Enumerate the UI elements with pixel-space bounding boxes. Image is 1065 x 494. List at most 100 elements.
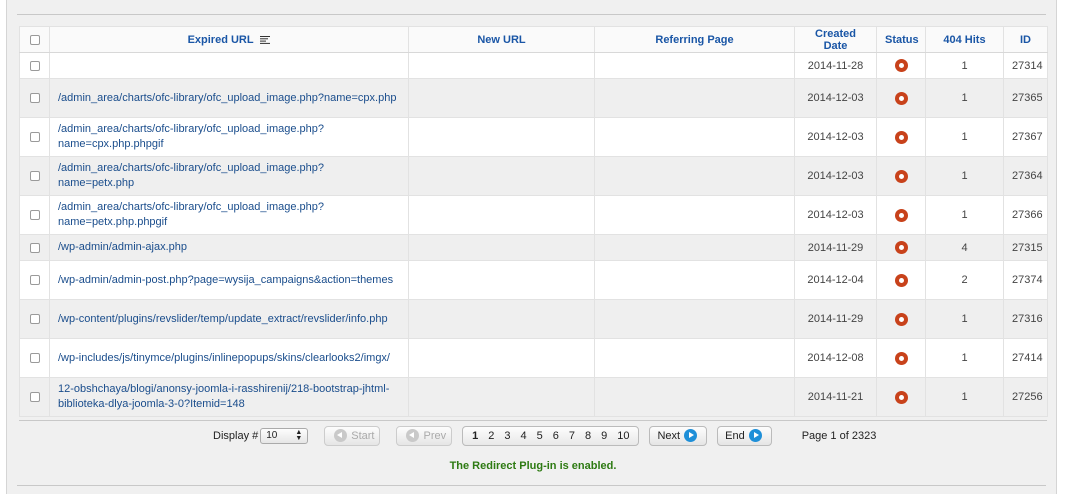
referring-page-cell [594,338,795,378]
top-divider [17,14,1046,15]
id-cell: 27367 [1003,117,1048,157]
page-counter: Page 1 of 2323 [801,429,877,442]
new-url-cell [408,299,595,339]
published-status-icon[interactable] [894,208,908,222]
column-header-hits[interactable]: 404 Hits [925,26,1004,53]
row-select-cell [19,299,50,339]
row-select-cell [19,156,50,196]
new-url-cell [408,78,595,118]
published-status-icon[interactable] [894,91,908,105]
column-header-id[interactable]: ID [1003,26,1048,53]
page-number-5[interactable]: 5 [537,430,543,442]
prev-button[interactable]: Prev [396,425,453,446]
published-status-icon[interactable] [894,273,908,287]
published-status-icon[interactable] [894,241,908,254]
row-checkbox[interactable] [29,171,40,182]
referring-page-cell [594,377,795,417]
column-header-status[interactable]: Status [876,26,926,53]
column-header-referring-page[interactable]: Referring Page [594,26,795,53]
referring-page-cell [594,52,795,79]
id-cell: 27315 [1003,234,1048,261]
page-number-8[interactable]: 8 [585,430,591,442]
expired-url-link[interactable]: /admin_area/charts/ofc-library/ofc_uploa… [49,78,409,118]
new-url-cell [408,260,595,300]
status-cell [876,234,926,261]
hits-cell: 1 [925,52,1004,79]
sort-descending-icon[interactable] [260,35,271,44]
select-all-checkbox[interactable] [29,34,40,45]
hits-cell: 2 [925,260,1004,300]
expired-url-link[interactable] [49,52,409,79]
table-body: 2014-11-28 1 27314/admin_area/charts/ofc-l… [19,52,1048,417]
published-status-icon[interactable] [894,312,908,326]
table-row: /admin_area/charts/ofc-library/ofc_uploa… [19,195,1048,235]
expired-url-link[interactable]: /admin_area/charts/ofc-library/ofc_uploa… [49,195,409,235]
page-number-list: 1 2 3 4 5 6 7 8 9 10 [462,425,640,446]
created-date-cell: 2014-12-03 [794,117,877,157]
id-cell: 27316 [1003,299,1048,339]
status-cell [876,117,926,157]
published-status-icon[interactable] [894,59,908,72]
row-checkbox[interactable] [29,60,40,71]
id-cell: 27365 [1003,78,1048,118]
created-date-cell: 2014-12-04 [794,260,877,300]
new-url-cell [408,338,595,378]
created-date-cell: 2014-11-21 [794,377,877,417]
expired-url-link[interactable]: /wp-admin/admin-post.php?page=wysija_cam… [49,260,409,300]
page-number-10[interactable]: 10 [617,430,629,442]
page-number-7[interactable]: 7 [569,430,575,442]
display-limit-select[interactable]: 10 ▲ ▼ [260,427,309,444]
expired-url-link[interactable]: 12-obshchaya/blogi/anonsy-joomla-i-rassh… [49,377,409,417]
expired-url-link[interactable]: /wp-admin/admin-ajax.php [49,234,409,261]
status-cell [876,338,926,378]
expired-url-link[interactable]: /admin_area/charts/ofc-library/ofc_uploa… [49,156,409,196]
table-row: /admin_area/charts/ofc-library/ofc_uploa… [19,78,1048,118]
created-date-cell: 2014-12-08 [794,338,877,378]
new-url-cell [408,234,595,261]
column-header-new-url[interactable]: New URL [408,26,595,53]
published-status-icon[interactable] [894,169,908,183]
hits-cell: 4 [925,234,1004,261]
hits-cell: 1 [925,377,1004,417]
row-checkbox[interactable] [29,275,40,286]
page-number-4[interactable]: 4 [520,430,526,442]
id-cell: 27314 [1003,52,1048,79]
row-checkbox[interactable] [29,314,40,325]
row-checkbox[interactable] [29,210,40,221]
row-checkbox[interactable] [29,242,40,253]
plugin-status-message: The Redirect Plug-in is enabled. [449,460,617,472]
column-header-created-date[interactable]: Created Date [794,26,877,53]
row-select-cell [19,260,50,300]
expired-url-link[interactable]: /admin_area/charts/ofc-library/ofc_uploa… [49,117,409,157]
start-button-label: Start [351,429,375,442]
expired-url-header-label[interactable]: Expired URL [188,34,254,46]
table-row: /wp-admin/admin-ajax.php 2014-11-29 4 27315 [19,234,1048,261]
end-button[interactable]: End [717,425,772,446]
next-button[interactable]: Next [649,425,708,446]
row-checkbox[interactable] [29,392,40,403]
published-status-icon[interactable] [894,130,908,144]
table-row: /wp-admin/admin-post.php?page=wysija_cam… [19,260,1048,300]
published-status-icon[interactable] [894,351,908,365]
row-checkbox[interactable] [29,353,40,364]
expired-url-link[interactable]: /wp-includes/js/tinymce/plugins/inlinepo… [49,338,409,378]
new-url-cell [408,195,595,235]
table-row: /wp-includes/js/tinymce/plugins/inlinepo… [19,338,1048,378]
hits-cell: 1 [925,195,1004,235]
new-url-cell [408,377,595,417]
start-button[interactable]: Start [324,425,381,446]
page-number-9[interactable]: 9 [601,430,607,442]
published-status-icon[interactable] [894,390,908,404]
new-url-cell [408,156,595,196]
row-select-cell [19,234,50,261]
row-checkbox[interactable] [29,93,40,104]
row-select-cell [19,52,50,79]
expired-url-link[interactable]: /wp-content/plugins/revslider/temp/updat… [49,299,409,339]
page-number-1[interactable]: 1 [472,430,478,442]
column-header-expired-url[interactable]: Expired URL [49,26,409,53]
page-number-3[interactable]: 3 [504,430,510,442]
status-cell [876,299,926,339]
page-number-6[interactable]: 6 [553,430,559,442]
page-number-2[interactable]: 2 [488,430,494,442]
row-checkbox[interactable] [29,132,40,143]
